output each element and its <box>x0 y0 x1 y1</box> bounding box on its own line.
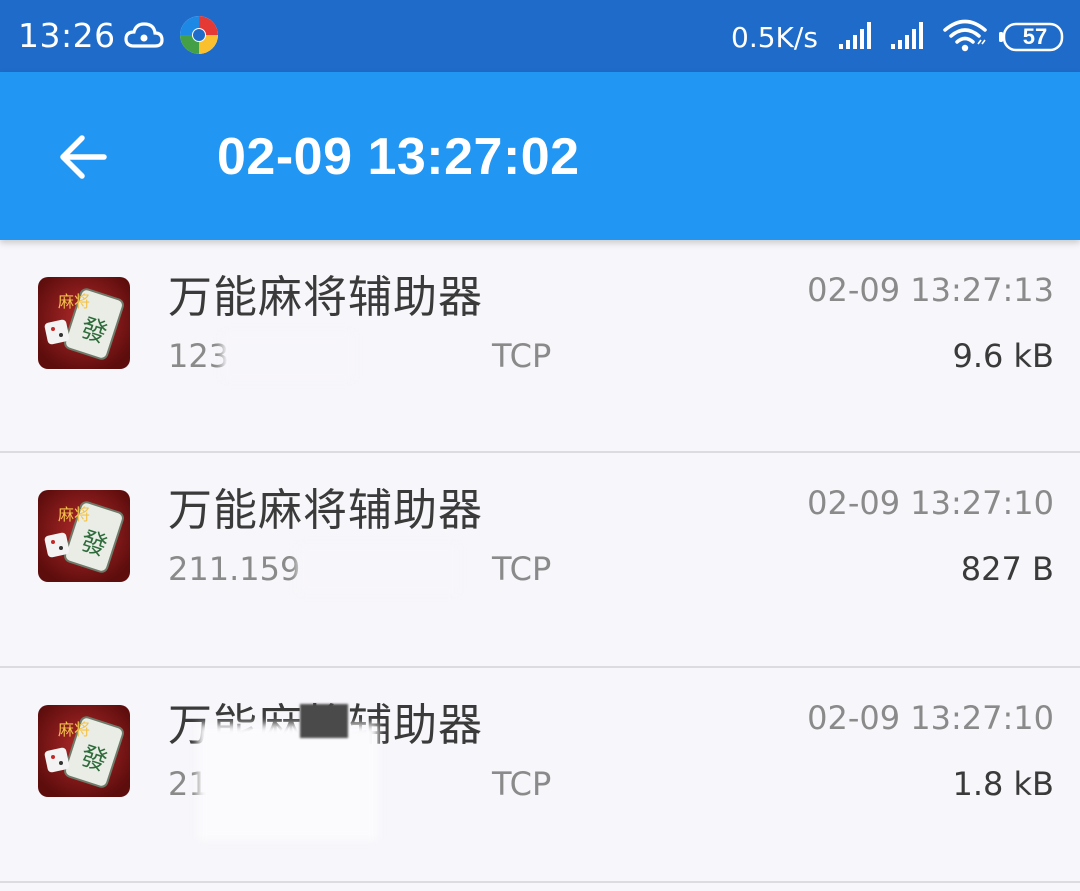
arrow-left-icon <box>60 135 107 179</box>
privacy-blur <box>222 332 354 380</box>
network-speed: 0.5K/s <box>731 21 818 54</box>
mahjong-app-icon: 發 麻将 <box>38 277 130 369</box>
app-name: 万能麻将辅助器 <box>168 485 483 536</box>
status-bar: 13:26 0.5K/s 57 <box>0 0 1080 72</box>
timestamp: 02-09 13:27:10 <box>807 699 1054 737</box>
page-title: 02-09 13:27:02 <box>217 128 580 186</box>
connection-info: 211.159 0 TCP <box>168 545 588 593</box>
app-notification-icon <box>180 16 218 54</box>
privacy-blur <box>298 545 458 593</box>
protocol: TCP <box>492 765 552 803</box>
protocol: TCP <box>492 337 552 375</box>
privacy-blur <box>300 704 348 738</box>
connection-row[interactable]: 發 麻将 万能麻将辅助器 21 18:80 TCP 02-09 13:27:10… <box>0 668 1080 883</box>
app-name: 万能麻将辅助器 <box>168 272 483 323</box>
connection-row[interactable]: 發 麻将 万能麻将辅助器 211.159 0 TCP 02-09 13:27:1… <box>0 453 1080 668</box>
connection-info: 21 18:80 TCP <box>168 704 588 840</box>
privacy-blur <box>198 724 378 840</box>
svg-text:麻将: 麻将 <box>58 505 90 524</box>
signal-icon <box>839 22 871 49</box>
timestamp: 02-09 13:27:13 <box>807 271 1054 309</box>
data-size: 9.6 kB <box>952 337 1054 375</box>
protocol: TCP <box>492 550 552 588</box>
data-size: 1.8 kB <box>952 765 1054 803</box>
svg-text:麻将: 麻将 <box>58 720 90 739</box>
status-time: 13:26 <box>18 16 116 55</box>
battery-level: 57 <box>1022 24 1048 49</box>
app-bar: 02-09 13:27:02 <box>0 72 1080 240</box>
mahjong-app-icon: 發 麻将 <box>38 705 130 797</box>
back-button[interactable] <box>52 130 114 184</box>
connection-list: 發 麻将 万能麻将辅助器 123 1 TCP 02-09 13:27:13 9.… <box>0 240 1080 883</box>
svg-text:麻将: 麻将 <box>58 292 90 311</box>
wifi-icon <box>943 19 987 52</box>
mahjong-app-icon: 發 麻将 <box>38 490 130 582</box>
connection-info: 123 1 TCP <box>168 332 588 380</box>
cloud-icon <box>124 22 164 48</box>
signal-icon <box>891 22 923 49</box>
battery-icon: 57 <box>998 22 1066 52</box>
connection-row[interactable]: 發 麻将 万能麻将辅助器 123 1 TCP 02-09 13:27:13 9.… <box>0 240 1080 453</box>
data-size: 827 B <box>960 550 1054 588</box>
timestamp: 02-09 13:27:10 <box>807 484 1054 522</box>
